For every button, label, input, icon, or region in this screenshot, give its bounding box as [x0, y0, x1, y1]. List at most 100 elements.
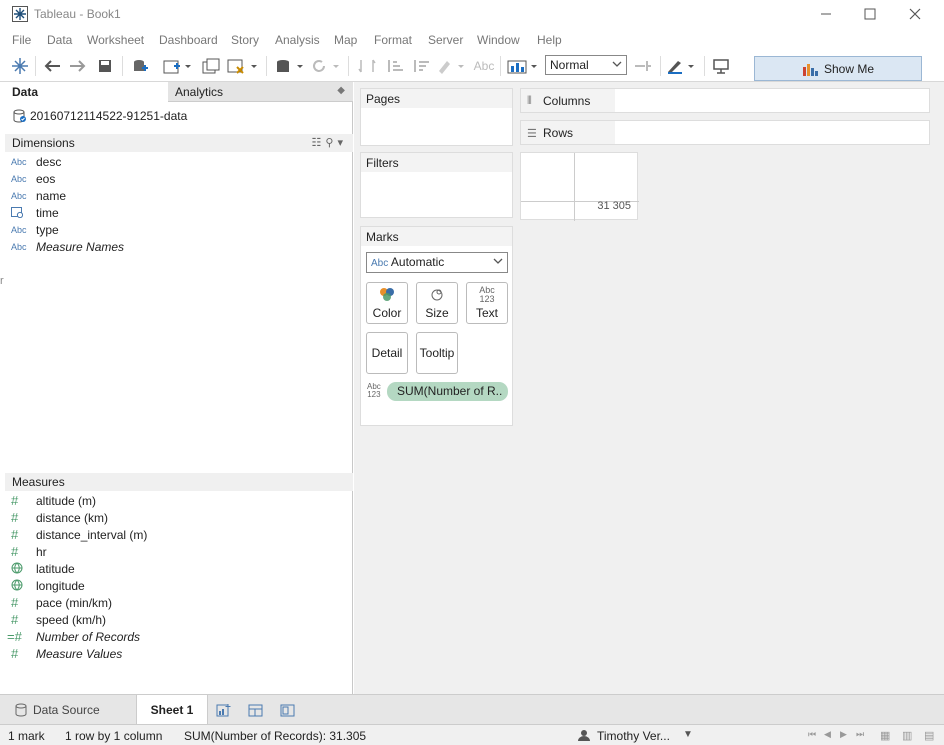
measure-field-latitude[interactable]: latitude	[5, 560, 353, 577]
measure-field-longitude[interactable]: longitude	[5, 577, 353, 594]
datasource-item[interactable]: 20160712114522-91251-data	[13, 107, 187, 125]
dimension-field-eos[interactable]: Abc eos	[5, 170, 353, 187]
show-filmstrip-icon[interactable]: ▥	[902, 729, 912, 742]
undo-icon[interactable]	[42, 56, 62, 76]
menu-format[interactable]: Format	[374, 33, 412, 47]
sheet-1-tab[interactable]: Sheet 1	[136, 695, 208, 725]
menu-story[interactable]: Story	[231, 33, 259, 47]
mark-type-dropdown[interactable]: Abc Automatic	[366, 252, 508, 273]
tableau-home-icon[interactable]	[10, 56, 30, 76]
annotate-icon[interactable]	[664, 56, 698, 76]
pane-menu-icon[interactable]: ◆	[337, 85, 345, 96]
new-dashboard-icon[interactable]	[248, 703, 264, 717]
measure-field-pace[interactable]: # pace (min/km)	[5, 594, 353, 611]
data-source-tab[interactable]: Data Source	[5, 695, 136, 725]
menu-map[interactable]: Map	[334, 33, 357, 47]
pages-card[interactable]: Pages	[360, 88, 513, 146]
new-worksheet-icon[interactable]	[162, 56, 192, 76]
minimize-button[interactable]	[803, 0, 849, 28]
menu-server[interactable]: Server	[428, 33, 463, 47]
string-type-icon: Abc	[11, 190, 27, 201]
refresh-icon[interactable]	[310, 56, 342, 76]
menu-data[interactable]: Data	[47, 33, 72, 47]
field-label: hr	[36, 544, 47, 559]
field-label: type	[36, 222, 59, 237]
measure-field-speed[interactable]: # speed (km/h)	[5, 611, 353, 628]
user-name[interactable]: Timothy Ver...	[597, 729, 670, 743]
menu-window[interactable]: Window	[477, 33, 520, 47]
rows-shelf-label: ☰ Rows	[521, 121, 615, 144]
search-icon[interactable]: ⚲	[325, 137, 337, 149]
measure-field-distance-interval[interactable]: # distance_interval (m)	[5, 526, 353, 543]
chart-type-icon[interactable]	[506, 56, 540, 76]
columns-shelf[interactable]: ⦀ Columns	[520, 88, 930, 113]
save-icon[interactable]	[96, 56, 114, 76]
detail-button[interactable]: Detail	[366, 332, 408, 374]
field-label: altitude (m)	[36, 493, 97, 508]
show-tabs-icon[interactable]: ▤	[924, 729, 934, 742]
tooltip-label: Tooltip	[419, 346, 455, 360]
columns-shelf-label: ⦀ Columns	[521, 89, 615, 112]
maximize-button[interactable]	[847, 0, 893, 28]
number-type-icon: #	[11, 595, 19, 610]
field-label: Measure Names	[36, 239, 125, 254]
dimension-field-time[interactable]: time	[5, 204, 353, 221]
sort-ascending-icon[interactable]	[384, 56, 406, 76]
measure-field-distance[interactable]: # distance (km)	[5, 509, 353, 526]
view-value: 31 305	[597, 200, 631, 212]
pause-updates-icon[interactable]	[274, 56, 306, 76]
dimensions-header: Dimensions ☷⚲▾	[5, 134, 353, 152]
new-data-source-icon[interactable]	[130, 56, 150, 76]
last-sheet-icon[interactable]: ⏭	[856, 729, 864, 740]
menu-dashboard[interactable]: Dashboard	[159, 33, 218, 47]
clear-sheet-icon[interactable]	[226, 56, 258, 76]
show-me-button[interactable]: Show Me	[754, 56, 922, 81]
measure-field-number-of-records[interactable]: =# Number of Records	[5, 628, 353, 645]
measure-field-hr[interactable]: # hr	[5, 543, 353, 560]
dimension-field-type[interactable]: Abc type	[5, 221, 353, 238]
rows-shelf[interactable]: ☰ Rows	[520, 120, 930, 145]
pill-icon-123: 123	[367, 390, 381, 399]
fix-axes-icon[interactable]	[632, 56, 654, 76]
previous-sheet-icon[interactable]: ◀	[824, 729, 831, 740]
menu-worksheet[interactable]: Worksheet	[87, 33, 144, 47]
globe-icon	[5, 579, 29, 593]
field-label: time	[36, 205, 59, 220]
show-sheet-sorter-icon[interactable]: ▦	[880, 729, 890, 742]
show-labels-icon[interactable]: Abc	[472, 56, 496, 76]
next-sheet-icon[interactable]: ▶	[840, 729, 847, 740]
swap-icon[interactable]	[356, 56, 378, 76]
tab-data[interactable]: Data	[5, 82, 168, 102]
redo-icon[interactable]	[68, 56, 88, 76]
text-button[interactable]: Abc 123 Text	[466, 282, 508, 324]
menu-analysis[interactable]: Analysis	[275, 33, 320, 47]
dimension-field-desc[interactable]: Abc desc	[5, 153, 353, 170]
dimension-field-name[interactable]: Abc name	[5, 187, 353, 204]
chevron-down-icon[interactable]: ▼	[683, 729, 693, 740]
sort-descending-icon[interactable]	[410, 56, 432, 76]
filters-card[interactable]: Filters	[360, 152, 513, 218]
size-button[interactable]: Size	[416, 282, 458, 324]
presentation-mode-icon[interactable]	[710, 56, 732, 76]
close-button[interactable]	[892, 0, 938, 28]
new-worksheet-icon[interactable]	[216, 703, 232, 717]
menu-file[interactable]: File	[12, 33, 31, 47]
fit-dropdown[interactable]: Normal	[545, 55, 627, 75]
menu-help[interactable]: Help	[537, 33, 562, 47]
tooltip-button[interactable]: Tooltip	[416, 332, 458, 374]
view-canvas[interactable]: 31 305	[520, 152, 639, 221]
tab-analytics[interactable]: Analytics ◆	[168, 82, 353, 102]
duplicate-sheet-icon[interactable]	[200, 56, 222, 76]
color-button[interactable]: Color	[366, 282, 408, 324]
number-type-icon: #	[11, 646, 19, 661]
chevron-down-icon[interactable]: ▾	[337, 137, 347, 149]
number-type-icon: #	[11, 510, 19, 525]
highlight-icon[interactable]	[434, 56, 468, 76]
measure-field-measure-values[interactable]: # Measure Values	[5, 645, 353, 662]
sum-number-of-records-pill[interactable]: SUM(Number of R..	[387, 382, 508, 401]
measure-field-altitude[interactable]: # altitude (m)	[5, 492, 353, 509]
new-story-icon[interactable]	[280, 703, 296, 717]
view-toggle-icon[interactable]: ☷	[312, 137, 326, 149]
dimension-field-measure-names[interactable]: Abc Measure Names	[5, 238, 353, 255]
first-sheet-icon[interactable]: ⏮	[808, 729, 816, 740]
